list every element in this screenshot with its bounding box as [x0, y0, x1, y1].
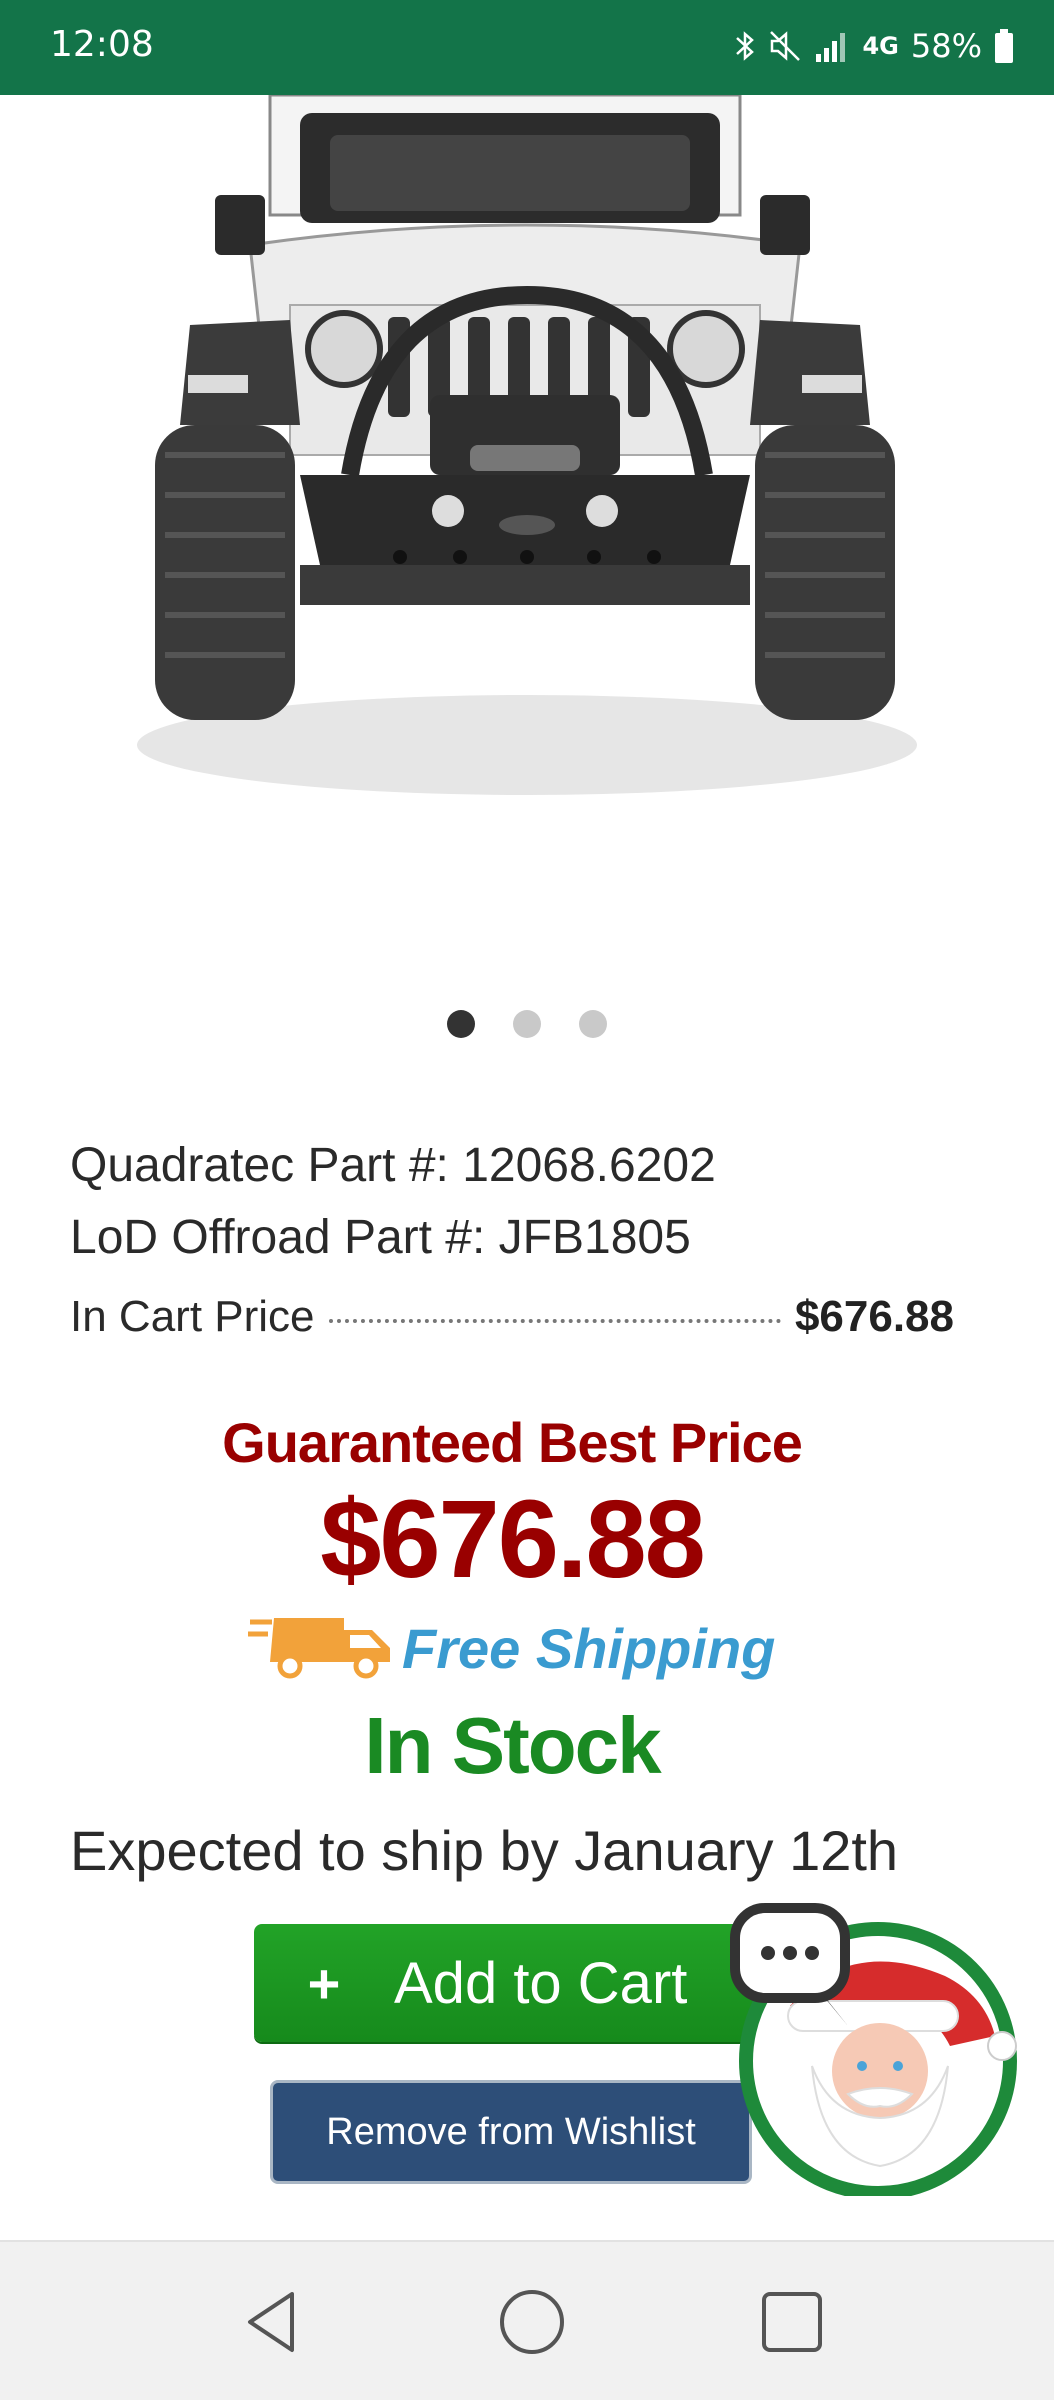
in-cart-price-row: In Cart Price $676.88	[70, 1292, 954, 1342]
recents-icon[interactable]	[752, 2282, 832, 2362]
add-to-cart-label: Add to Cart	[394, 1950, 688, 2016]
carousel-dot-1[interactable]	[447, 1010, 475, 1038]
home-icon[interactable]	[492, 2282, 572, 2362]
android-nav-bar	[0, 2240, 1054, 2400]
carousel-dots	[0, 1010, 1054, 1038]
stock-status: In Stock	[364, 1701, 661, 1790]
guaranteed-best-price-title: Guaranteed Best Price	[222, 1411, 803, 1474]
bluetooth-icon	[734, 28, 756, 64]
free-shipping-text: Free Shipping	[402, 1616, 776, 1680]
in-cart-price-label: In Cart Price	[70, 1292, 315, 1341]
expected-ship-date: Expected to ship by January 12th	[70, 1819, 899, 1882]
quadratec-part-number: Quadratec Part #: 12068.6202	[70, 1139, 716, 1192]
network-4g-icon: 4G	[862, 32, 899, 60]
mute-icon	[768, 29, 802, 63]
add-to-cart-button[interactable]: + Add to Cart	[254, 1924, 784, 2042]
status-bar: 12:08 4G 58%	[0, 0, 1054, 95]
free-shipping-badge: Free Shipping	[248, 1612, 775, 1684]
carousel-dot-2[interactable]	[513, 1010, 541, 1038]
back-icon[interactable]	[232, 2282, 312, 2362]
battery-percent: 58%	[910, 27, 982, 65]
in-cart-price-value: $676.88	[794, 1292, 954, 1341]
signal-icon	[814, 30, 850, 62]
status-time: 12:08	[50, 24, 154, 65]
product-image[interactable]	[0, 93, 1054, 975]
chat-widget-button[interactable]	[720, 1896, 1040, 2200]
status-icons: 4G 58%	[734, 24, 1014, 68]
plus-icon: +	[307, 1951, 341, 2015]
brand-part-number: LoD Offroad Part #: JFB1805	[70, 1211, 691, 1264]
dotted-leader	[328, 1319, 781, 1323]
battery-icon	[994, 29, 1014, 63]
carousel-dot-3[interactable]	[579, 1010, 607, 1038]
offer-price: $676.88	[320, 1478, 706, 1601]
remove-from-wishlist-button[interactable]: Remove from Wishlist	[270, 2080, 752, 2184]
delivery-truck-icon	[248, 1612, 396, 1685]
